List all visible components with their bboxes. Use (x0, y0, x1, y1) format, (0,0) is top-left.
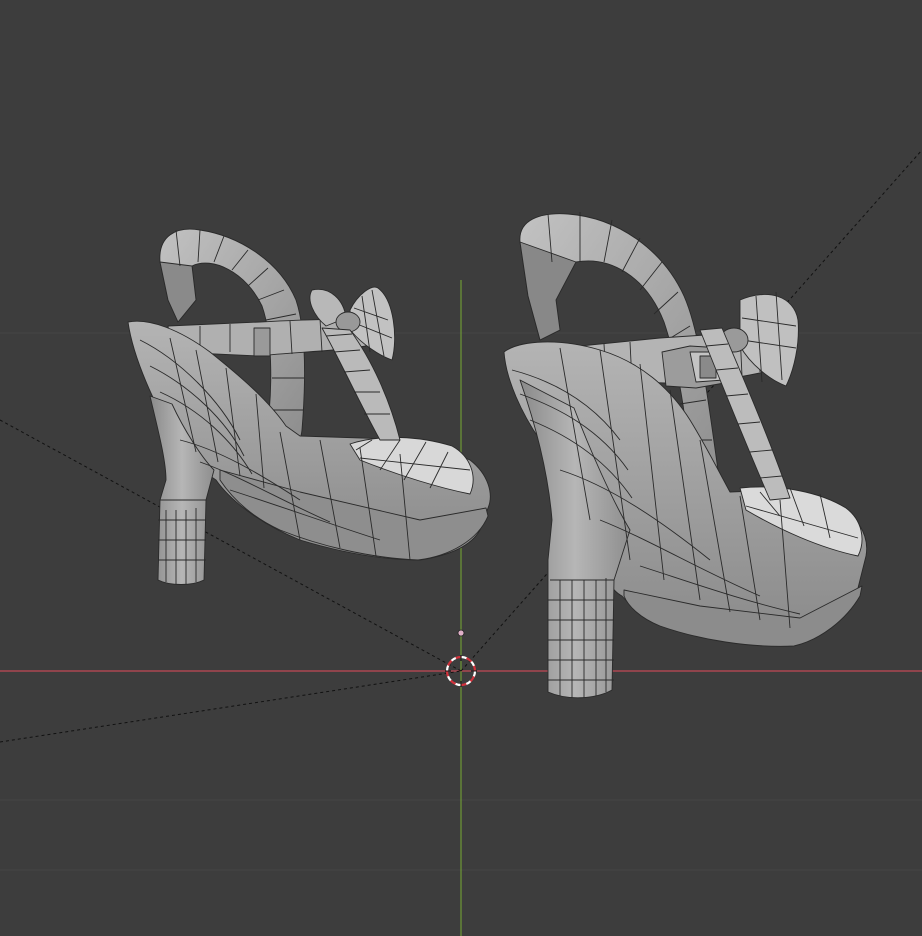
3d-viewport[interactable] (0, 0, 922, 936)
right-shoe-mesh[interactable] (503, 212, 868, 699)
left-shoe-mesh[interactable] (127, 228, 491, 585)
viewport-canvas[interactable] (0, 0, 922, 936)
origin-point-icon (457, 629, 465, 637)
